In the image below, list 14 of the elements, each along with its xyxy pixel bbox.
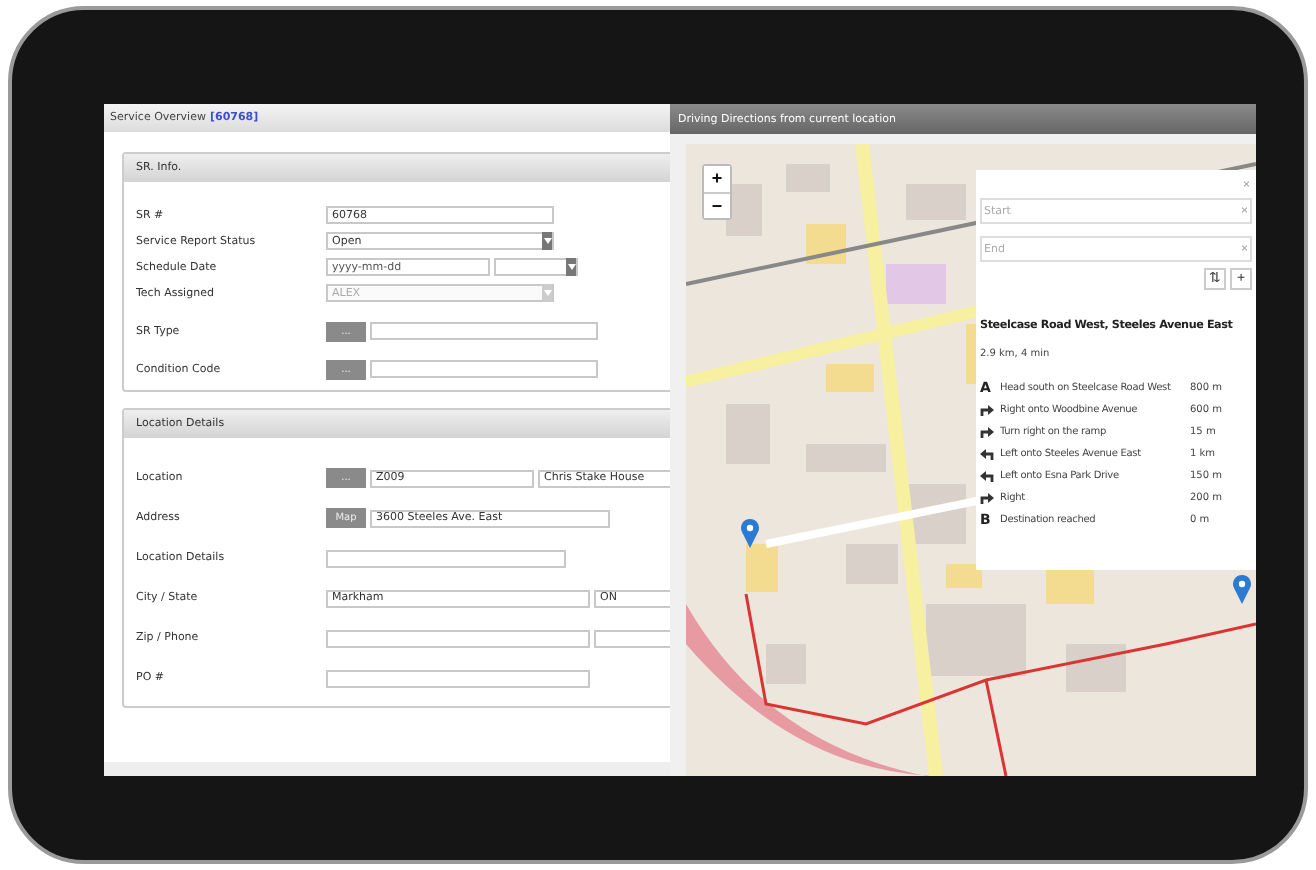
input-field[interactable] [370,360,598,378]
input-field[interactable] [326,549,566,567]
dropdown-arrow-icon [542,284,552,302]
zoom-out-button[interactable]: − [704,192,730,218]
input-field[interactable] [326,629,590,647]
dropdown-arrow-icon [542,232,552,250]
dropdown-field[interactable] [494,258,578,276]
input-field[interactable] [370,322,598,340]
input-field[interactable] [326,669,590,687]
scroll-bar[interactable] [104,762,670,776]
map-pin-icon[interactable] [740,518,760,548]
turn-right-icon [980,491,994,503]
map-pin-icon[interactable] [1232,574,1252,604]
dropdown-arrow-icon [566,258,576,276]
